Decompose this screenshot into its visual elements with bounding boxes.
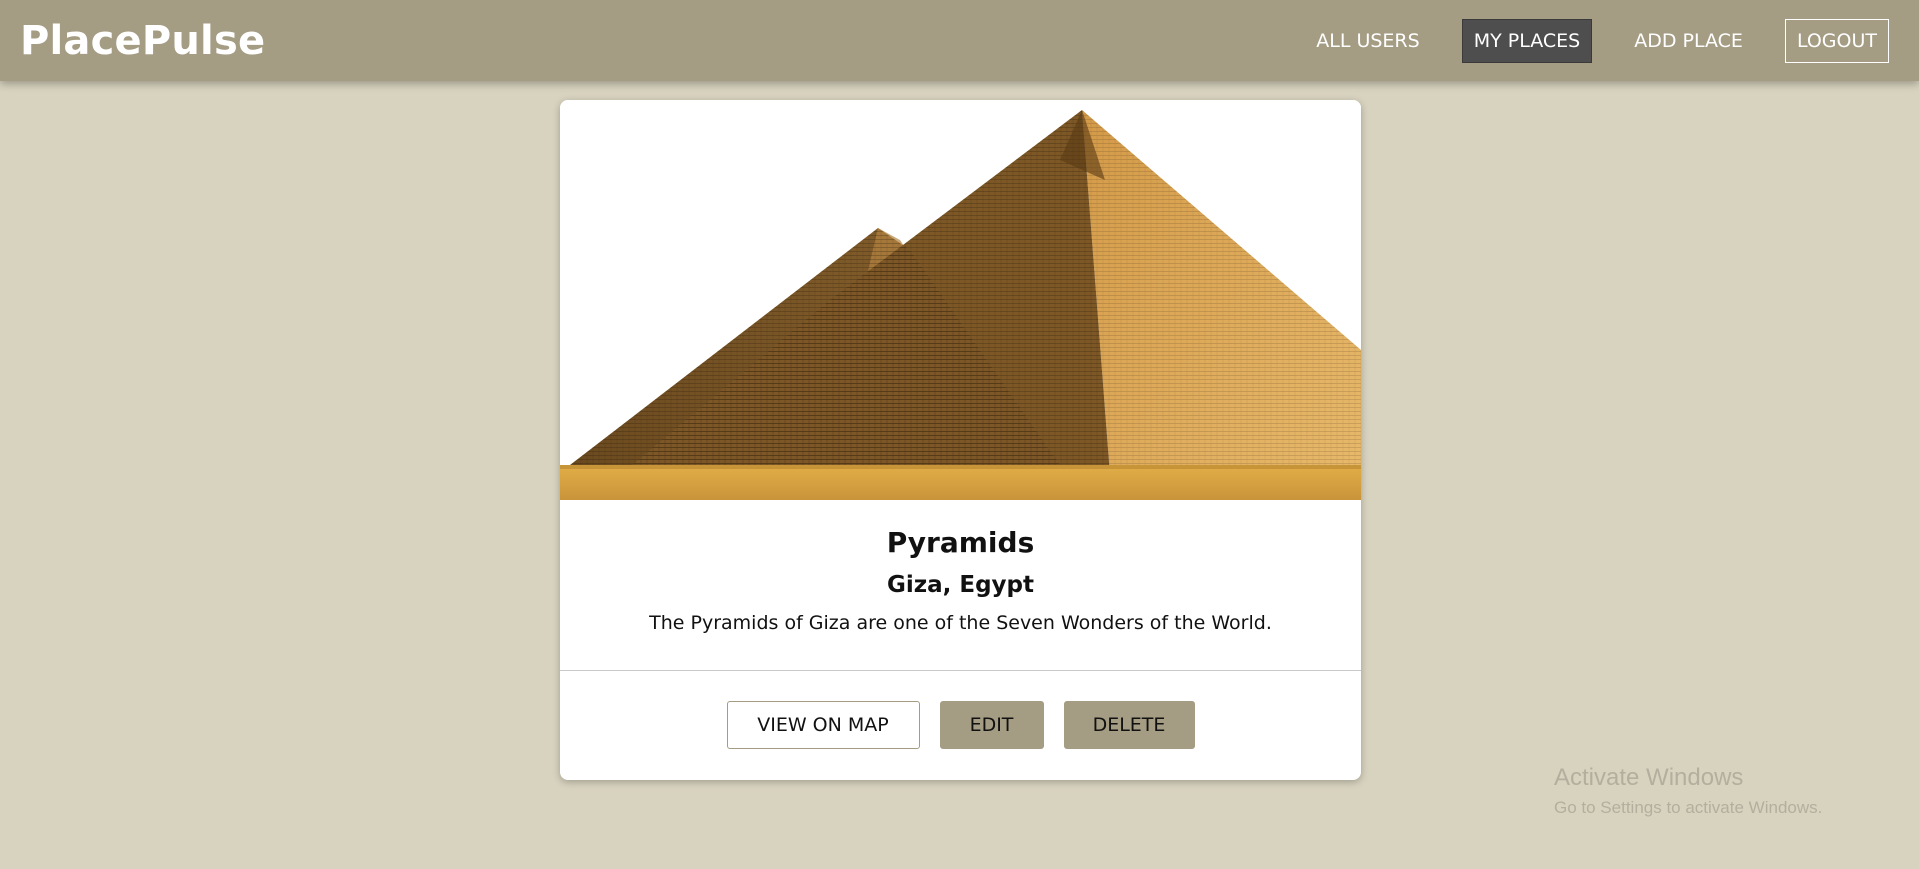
place-image: [560, 100, 1361, 500]
place-actions: VIEW ON MAP EDIT DELETE: [560, 701, 1361, 749]
app-logo[interactable]: PlacePulse: [20, 18, 265, 64]
top-navigation-bar: PlacePulse ALL USERS MY PLACES ADD PLACE…: [0, 0, 1919, 81]
place-title: Pyramids: [886, 526, 1035, 559]
place-address: Giza, Egypt: [886, 572, 1035, 598]
nav-add-place[interactable]: ADD PLACE: [1622, 19, 1755, 63]
main-nav: ALL USERS MY PLACES ADD PLACE LOGOUT: [1304, 18, 1889, 63]
delete-button[interactable]: DELETE: [1063, 701, 1195, 749]
pyramid-photo: [560, 100, 1361, 500]
watermark-subtitle: Go to Settings to activate Windows.: [1554, 798, 1823, 817]
watermark-title: Activate Windows: [1554, 764, 1744, 791]
view-on-map-button[interactable]: VIEW ON MAP: [726, 701, 920, 749]
nav-all-users[interactable]: ALL USERS: [1304, 19, 1431, 63]
edit-button[interactable]: EDIT: [939, 701, 1044, 749]
nav-my-places[interactable]: MY PLACES: [1461, 18, 1593, 63]
place-info: Pyramids Giza, Egypt The Pyramids of Giz…: [560, 500, 1361, 636]
place-card: Pyramids Giza, Egypt The Pyramids of Giz…: [560, 100, 1361, 780]
card-divider: [560, 670, 1361, 671]
place-description: The Pyramids of Giza are one of the Seve…: [649, 612, 1272, 634]
logout-button[interactable]: LOGOUT: [1784, 18, 1889, 63]
activate-windows-watermark: Activate Windows Go to Settings to activ…: [1554, 764, 1822, 818]
